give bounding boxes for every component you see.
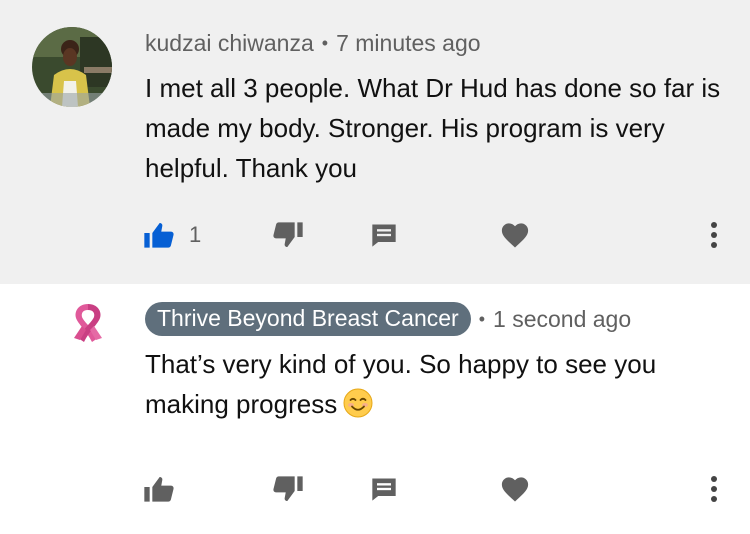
reply-icon	[370, 221, 398, 249]
comment-header: kudzai chiwanza • 7 minutes ago	[145, 28, 481, 58]
like-button[interactable]	[143, 469, 175, 509]
timestamp[interactable]: 7 minutes ago	[336, 30, 480, 57]
more-vert-icon	[704, 474, 724, 504]
reply-button[interactable]	[370, 469, 398, 509]
dislike-button[interactable]	[272, 215, 304, 255]
heart-button[interactable]	[500, 469, 530, 509]
smiling-face-emoji-icon	[343, 388, 373, 418]
separator-dot: •	[478, 308, 486, 329]
reply-icon	[370, 475, 398, 503]
dislike-button[interactable]	[272, 469, 304, 509]
thumb-down-icon	[272, 221, 304, 249]
comment-text: That’s very kind of you. So happy to see…	[145, 344, 725, 424]
like-count: 1	[189, 222, 202, 247]
separator-dot: •	[321, 32, 329, 53]
more-options-button[interactable]	[704, 469, 724, 509]
reply-text: That’s very kind of you. So happy to see…	[145, 349, 657, 419]
comment-text: I met all 3 people. What Dr Hud has done…	[145, 73, 721, 183]
comment-item: kudzai chiwanza • 7 minutes ago I met al…	[0, 0, 750, 284]
thumb-down-icon	[272, 475, 304, 503]
comment-header: Thrive Beyond Breast Cancer • 1 second a…	[145, 302, 631, 336]
author-name[interactable]: kudzai chiwanza	[145, 30, 314, 57]
avatar[interactable]	[32, 27, 112, 107]
comment-actions	[0, 469, 750, 509]
pink-ribbon-icon	[62, 304, 114, 350]
channel-owner-badge[interactable]: Thrive Beyond Breast Cancer	[145, 302, 471, 336]
heart-button[interactable]	[500, 215, 530, 255]
more-options-button[interactable]	[704, 215, 724, 255]
avatar[interactable]	[62, 298, 114, 350]
heart-icon	[500, 221, 530, 249]
heart-icon	[500, 475, 530, 503]
more-vert-icon	[704, 220, 724, 250]
thumb-up-icon	[143, 221, 175, 249]
reply-button[interactable]	[370, 215, 398, 255]
reply-item: Thrive Beyond Breast Cancer • 1 second a…	[0, 284, 750, 534]
thumb-up-icon	[143, 475, 175, 503]
like-button[interactable]: 1	[143, 215, 201, 255]
timestamp[interactable]: 1 second ago	[493, 306, 631, 333]
comment-actions: 1	[0, 215, 750, 255]
